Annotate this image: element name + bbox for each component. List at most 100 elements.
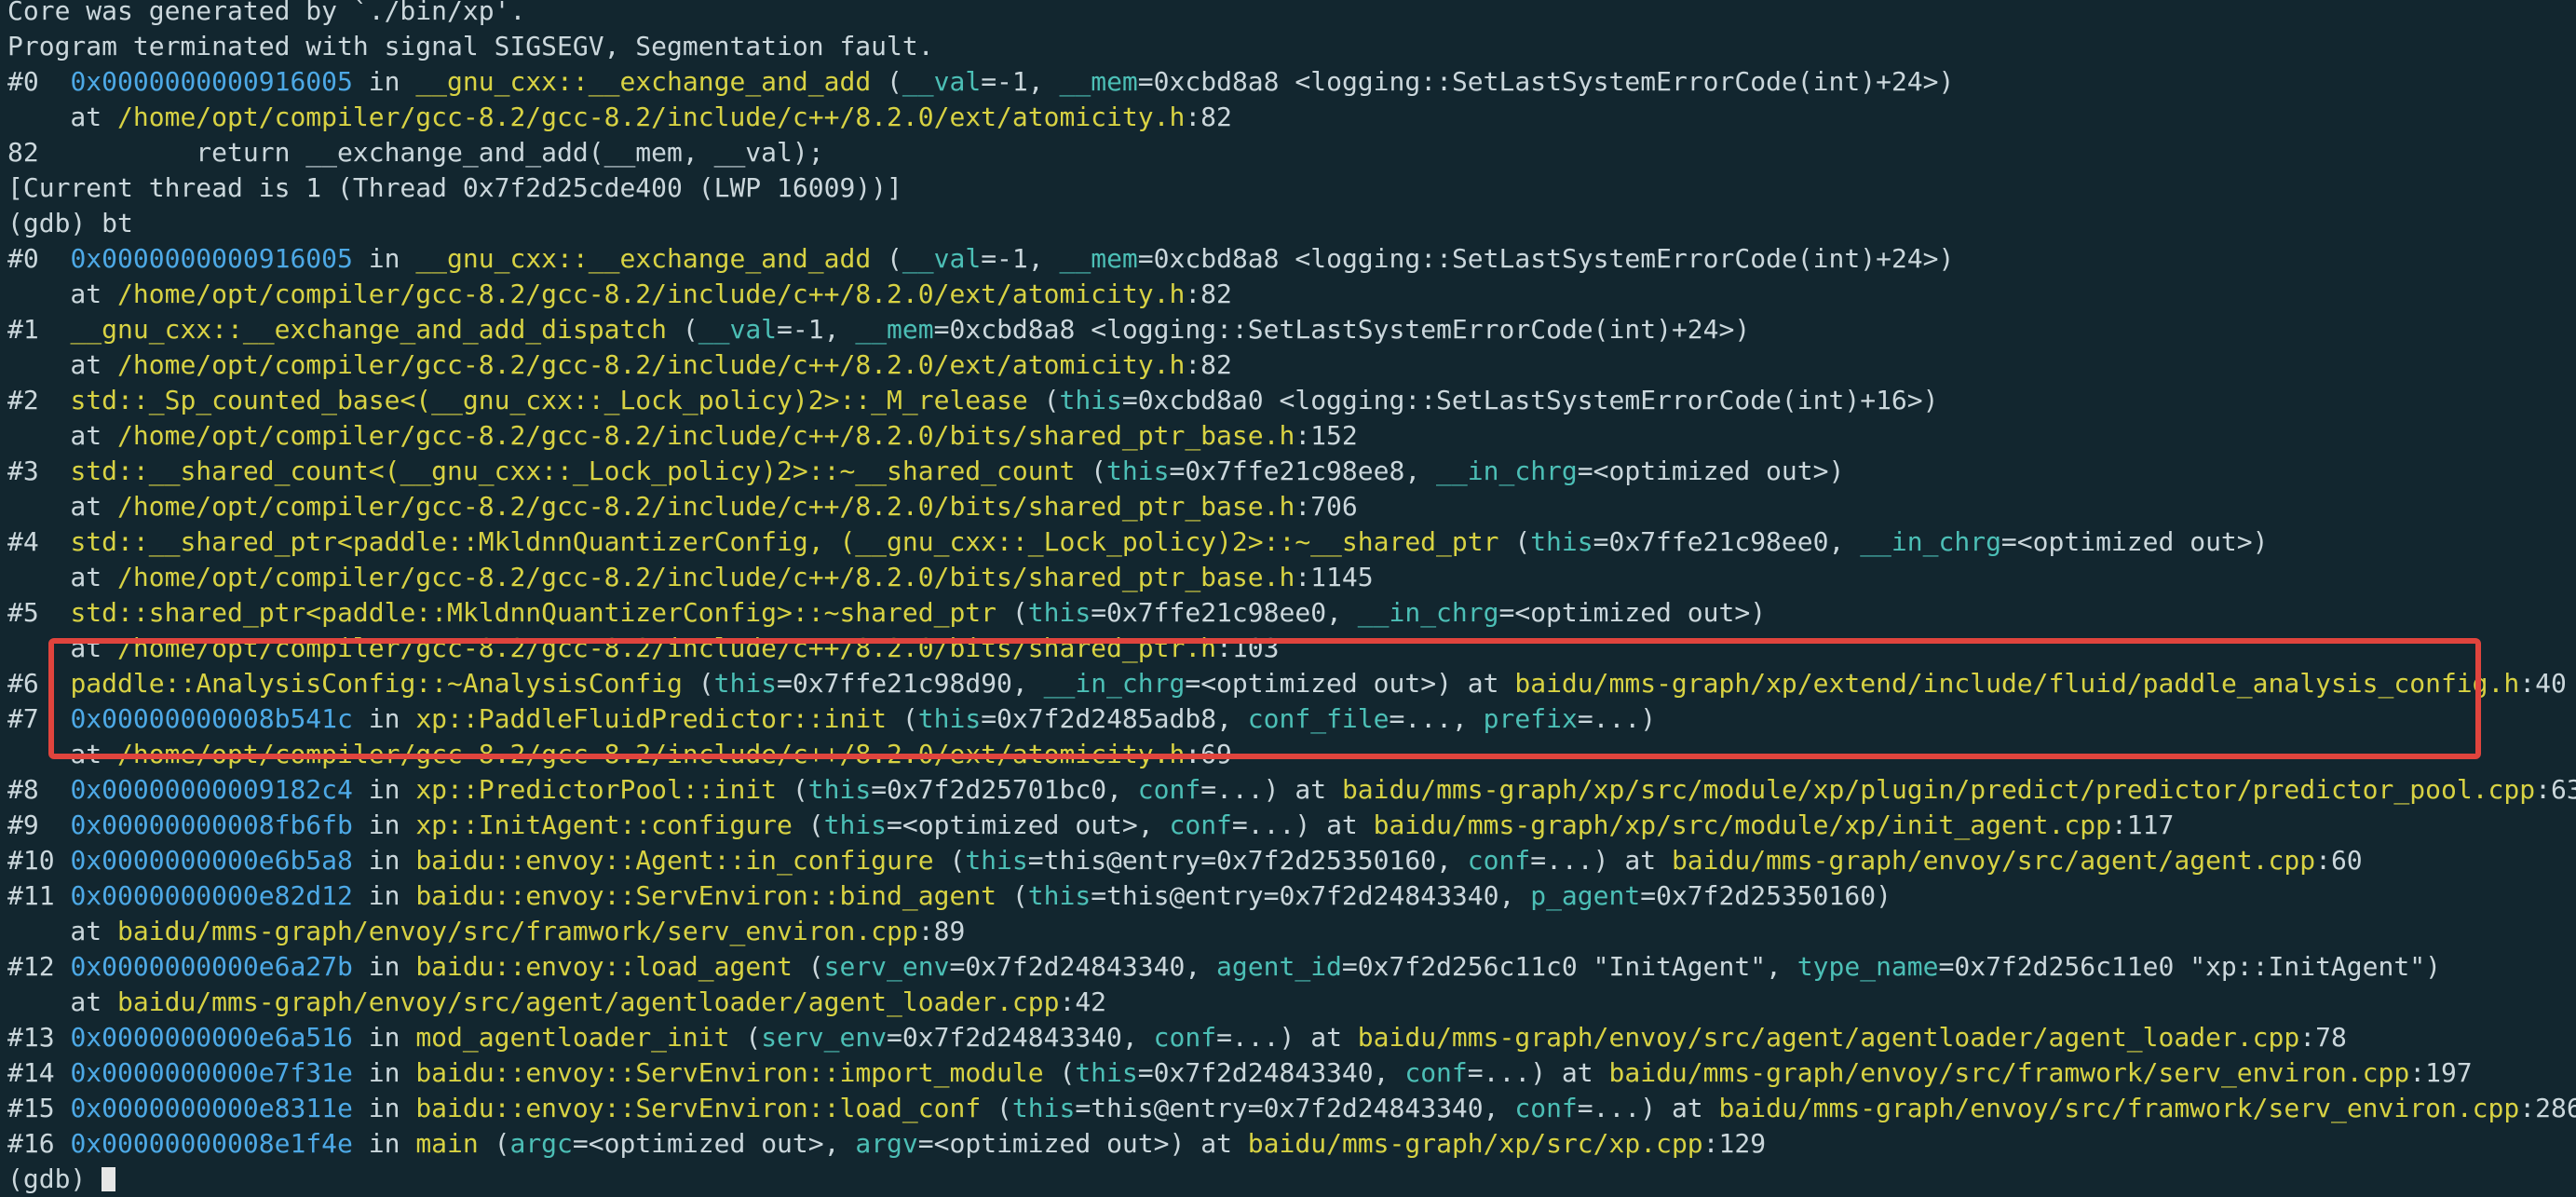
text-segment: at [7,420,118,451]
text-segment: ( [933,845,966,876]
text-segment: 82 return __exchange_and_add(__mem, __va… [7,137,824,168]
text-segment: =...) at [1216,1022,1358,1053]
text-segment: =<optimized out>) [1577,456,1845,486]
text-segment: =...) at [1530,845,1672,876]
memory-address: 0x0000000000e8311e [70,1093,353,1123]
terminal-line: at /home/opt/compiler/gcc-8.2/gcc-8.2/in… [7,560,1374,595]
terminal-line: at baidu/mms-graph/envoy/src/framwork/se… [7,914,965,949]
function-name: baidu::envoy::ServEnviron::load_conf [415,1093,982,1123]
text-segment: ( [1498,526,1531,557]
text-segment: =0x7f2d256c11e0 "xp::InitAgent") [1938,951,2441,982]
text-segment: =0x7ffe21c98ee0, [1593,526,1861,557]
function-name: std::__shared_ptr<paddle::MkldnnQuantize… [70,526,1499,557]
source-path: baidu/mms-graph/envoy/src/framwork/serv_… [117,916,918,946]
terminal-line: at /home/opt/compiler/gcc-8.2/gcc-8.2/in… [7,347,1231,383]
text-segment: at [7,349,118,380]
parameter-name: argv [855,1128,918,1159]
text-segment: #16 [7,1128,71,1159]
terminal-line: at /home/opt/compiler/gcc-8.2/gcc-8.2/in… [7,277,1232,312]
source-path: /home/opt/compiler/gcc-8.2/gcc-8.2/inclu… [117,349,1186,380]
text-segment: :1145 [1295,562,1374,592]
parameter-name: __mem [855,314,934,345]
parameter-name: this [1011,1093,1076,1123]
function-name: baidu::envoy::load_agent [415,951,793,982]
memory-address: 0x0000000000916005 [70,66,353,97]
text-segment: :63 [2535,774,2576,805]
memory-address: 0x0000000000e6a516 [70,1022,353,1053]
parameter-name: this [807,774,872,805]
function-name: std::__shared_count<(__gnu_cxx::_Lock_po… [70,456,1076,486]
parameter-name: this [1059,385,1122,415]
text-segment: :82 [1185,279,1232,309]
text-segment: =this@entry=0x7f2d24843340, [1075,1093,1515,1123]
function-name: __gnu_cxx::__exchange_and_add [415,243,872,274]
parameter-name: this [965,845,1028,876]
source-path: baidu/mms-graph/envoy/src/agent/agentloa… [117,986,1060,1017]
text-segment: ( [478,1128,510,1159]
text-segment: :40 [2519,668,2567,699]
parameter-name: this [1027,880,1091,911]
parameter-name: serv_env [761,1022,888,1053]
parameter-name: __val [902,243,982,274]
parameter-name: __in_chrg [1436,456,1578,486]
text-segment: :60 [2315,845,2363,876]
text-segment: =0x7f2d24843340, [949,951,1217,982]
text-segment: =-1, [777,314,856,345]
text-segment: ( [792,809,824,840]
text-segment: #4 [7,526,71,557]
function-name: std::shared_ptr<paddle::MkldnnQuantizerC… [70,597,997,628]
terminal-window[interactable]: Core was generated by `./bin/xp'. Program… [0,0,2576,1194]
text-segment: ( [997,880,1028,911]
function-name: mod_agentloader_init [415,1022,730,1053]
text-segment: =0xcbd8a8 <logging::SetLastSystemErrorCo… [1137,243,1955,274]
function-name: std::_Sp_counted_base<(__gnu_cxx::_Lock_… [70,385,1028,415]
text-segment: :117 [2110,809,2175,840]
source-path: baidu/mms-graph/xp/src/xp.cpp [1247,1128,1703,1159]
source-path: /home/opt/compiler/gcc-8.2/gcc-8.2/inclu… [117,420,1295,451]
text-segment: ( [1043,1057,1076,1088]
text-segment: =<optimized out>) [2000,526,2269,557]
text-segment: =0x7f2d25701bc0, [871,774,1138,805]
text-segment: =...) at [1467,1057,1609,1088]
terminal-line: #11 0x0000000000e82d12 in baidu::envoy::… [7,878,1891,914]
function-name: baidu::envoy::Agent::in_configure [415,845,934,876]
source-path: baidu/mms-graph/xp/src/module/xp/plugin/… [1341,774,2536,805]
function-name: __gnu_cxx::__exchange_and_add_dispatch [70,314,668,345]
text-segment: #12 [7,951,71,982]
parameter-name: conf [1467,845,1531,876]
memory-address: 0x0000000000916005 [70,243,353,274]
parameter-name: this [1027,597,1091,628]
parameter-name: __mem [1059,66,1138,97]
text-segment: ( [729,1022,762,1053]
text-segment: =this@entry=0x7f2d24843340, [1091,880,1531,911]
parameter-name: __val [902,66,982,97]
text-segment: =0x7f2d256c11c0 "InitAgent", [1341,951,1797,982]
terminal-line: #0 0x0000000000916005 in __gnu_cxx::__ex… [7,241,1954,277]
text-segment: =this@entry=0x7f2d25350160, [1027,845,1468,876]
text-segment: =<optimized out>, [572,1128,856,1159]
memory-address: 0x0000000000e6a27b [70,951,353,982]
terminal-line: 82 return __exchange_and_add(__mem, __va… [7,135,824,170]
text-segment: in [352,1057,416,1088]
text-segment: in [352,243,416,274]
source-path: /home/opt/compiler/gcc-8.2/gcc-8.2/inclu… [117,102,1186,132]
source-path: baidu/mms-graph/envoy/src/framwork/serv_… [1718,1093,2520,1123]
text-segment: in [352,1128,416,1159]
text-segment: :78 [2299,1022,2347,1053]
function-name: main [415,1128,479,1159]
terminal-line: #15 0x0000000000e8311e in baidu::envoy::… [7,1091,2576,1126]
text-segment: =0x7f2d25350160) [1640,880,1891,911]
text-segment: at [7,986,118,1017]
function-name: __gnu_cxx::__exchange_and_add [415,66,872,97]
parameter-name: argc [509,1128,573,1159]
terminal-line: at baidu/mms-graph/envoy/src/agent/agent… [7,985,1106,1020]
text-segment: =<optimized out>) [1498,597,1767,628]
parameter-name: conf [1137,774,1201,805]
parameter-name: p_agent [1530,880,1641,911]
text-segment: =0x7f2d24843340, [887,1022,1154,1053]
terminal-cursor [102,1167,116,1191]
source-path: baidu/mms-graph/envoy/src/agent/agent.cp… [1671,845,2316,876]
terminal-line: #14 0x0000000000e7f31e in baidu::envoy::… [7,1055,2473,1091]
text-segment: :152 [1295,420,1358,451]
terminal-line: #8 0x00000000009182c4 in xp::PredictorPo… [7,772,2576,808]
